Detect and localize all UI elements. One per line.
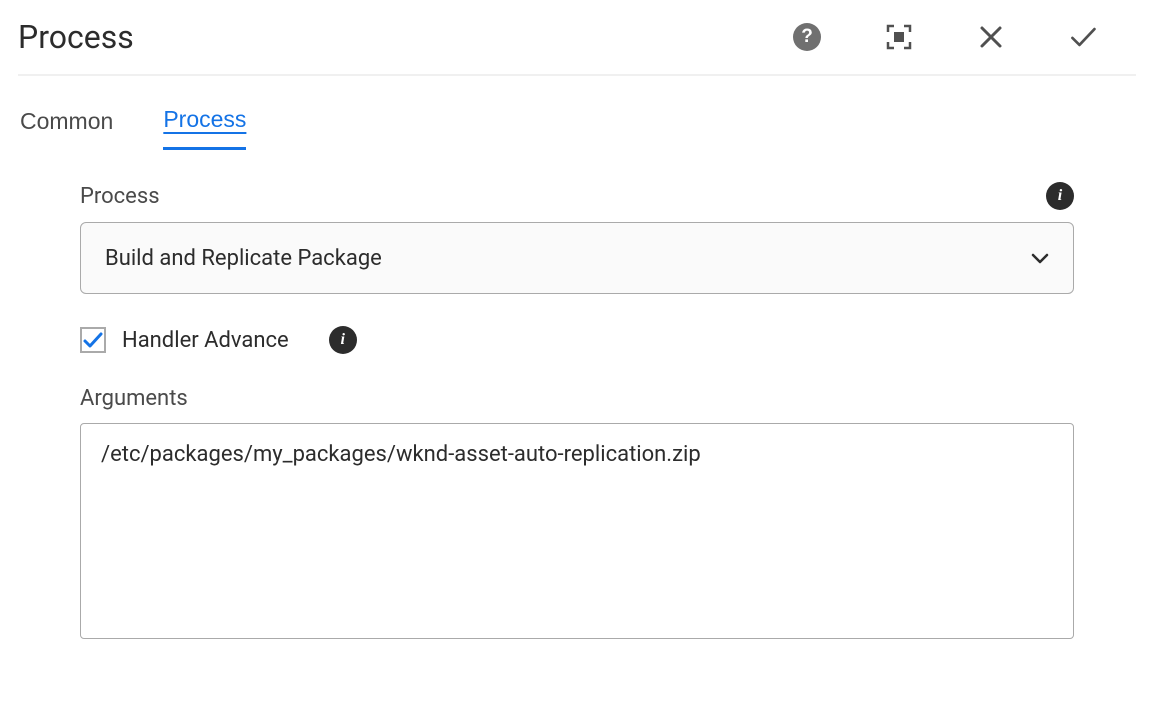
process-select-value: Build and Replicate Package xyxy=(105,246,382,271)
process-label: Process xyxy=(80,184,160,209)
tab-common[interactable]: Common xyxy=(20,106,113,150)
form-content: Process i Build and Replicate Package Ha… xyxy=(18,182,1136,643)
fullscreen-icon xyxy=(884,22,914,52)
toolbar: ? xyxy=(792,22,1136,52)
tab-process[interactable]: Process xyxy=(163,106,246,150)
dialog-title: Process xyxy=(18,18,134,56)
chevron-down-icon xyxy=(1031,252,1049,264)
dialog-header: Process ? xyxy=(18,18,1136,56)
field-arguments: Arguments xyxy=(80,386,1074,643)
close-button[interactable] xyxy=(976,22,1006,52)
arguments-textarea[interactable] xyxy=(80,423,1074,639)
field-process: Process i Build and Replicate Package xyxy=(80,182,1074,294)
handler-advance-row: Handler Advance i xyxy=(80,326,1074,354)
handler-advance-label: Handler Advance xyxy=(122,328,289,353)
info-icon[interactable]: i xyxy=(329,326,357,354)
handler-advance-checkbox[interactable] xyxy=(80,327,106,353)
field-handler-advance: Handler Advance i xyxy=(80,326,1074,354)
info-icon[interactable]: i xyxy=(1046,182,1074,210)
arguments-label-row: Arguments xyxy=(80,386,1074,411)
checkmark-icon xyxy=(1068,20,1098,54)
process-select[interactable]: Build and Replicate Package xyxy=(80,222,1074,294)
help-button[interactable]: ? xyxy=(792,22,822,52)
process-select-wrapper: Build and Replicate Package xyxy=(80,222,1074,294)
check-icon xyxy=(82,329,104,351)
close-icon xyxy=(978,24,1004,50)
confirm-button[interactable] xyxy=(1068,22,1098,52)
help-icon: ? xyxy=(793,23,821,51)
tab-list: Common Process xyxy=(18,106,1136,150)
fullscreen-button[interactable] xyxy=(884,22,914,52)
arguments-label: Arguments xyxy=(80,386,188,411)
field-process-label-row: Process i xyxy=(80,182,1074,210)
header-divider xyxy=(18,74,1136,76)
